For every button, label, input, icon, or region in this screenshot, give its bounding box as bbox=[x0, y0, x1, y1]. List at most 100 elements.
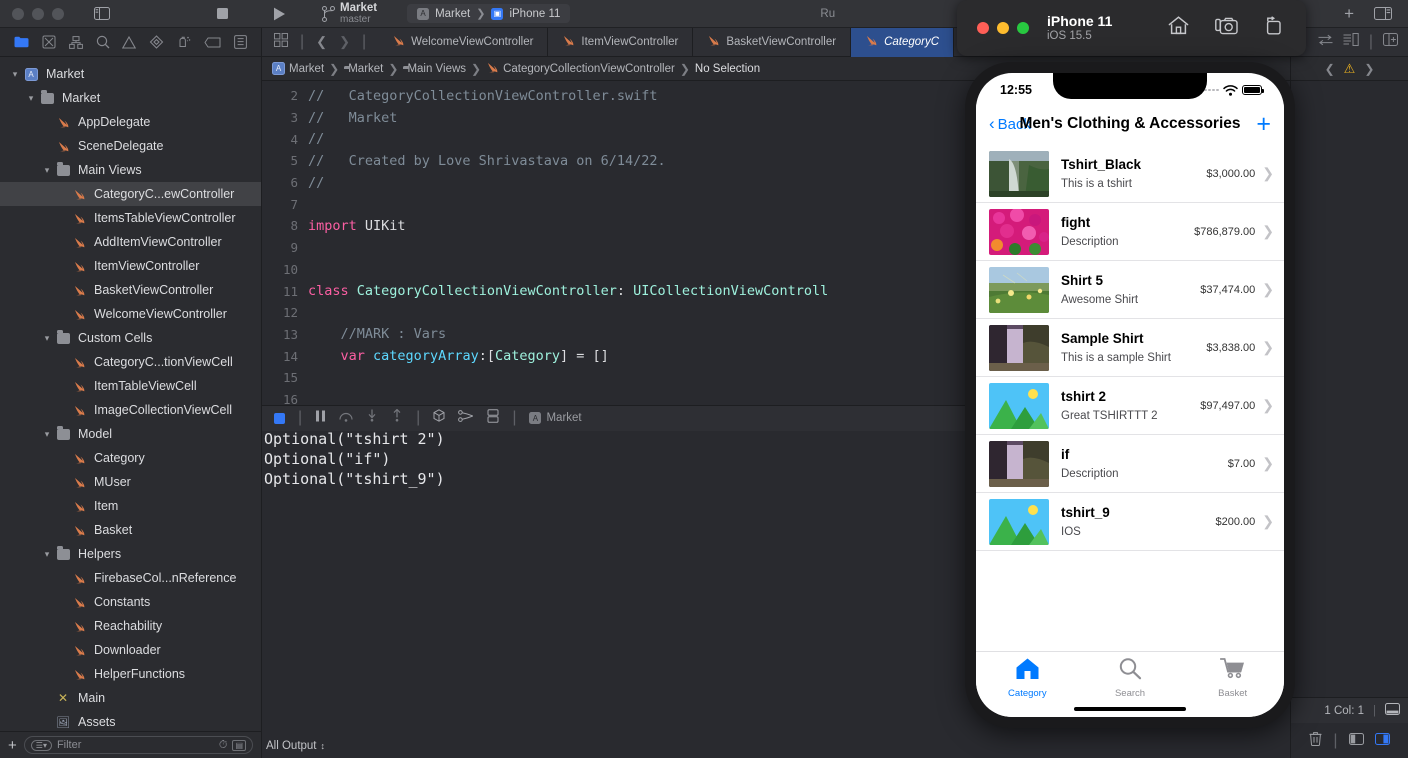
tab-bar-item-category[interactable]: Category bbox=[976, 652, 1079, 717]
file-tree-item[interactable]: MUser bbox=[0, 470, 261, 494]
pause-icon[interactable] bbox=[315, 409, 326, 427]
file-tree-item[interactable]: 🖼 Assets bbox=[0, 710, 261, 731]
zoom-button[interactable] bbox=[52, 7, 64, 20]
minimize-button[interactable] bbox=[32, 7, 44, 20]
navigator-tab-breakpoint-navigator[interactable] bbox=[204, 37, 221, 48]
editor-right-toolbar[interactable]: | bbox=[1291, 28, 1408, 57]
disclosure-triangle-icon[interactable]: ▾ bbox=[40, 165, 54, 176]
file-tree-item[interactable]: CategoryC...ewController bbox=[0, 182, 261, 206]
editor-tab[interactable]: BasketViewController bbox=[693, 27, 852, 57]
add-file-button[interactable]: + bbox=[8, 737, 17, 754]
navigator-filter-bar[interactable]: + ☰▾ Filter ⏱ ▤ bbox=[0, 731, 261, 758]
issue-stepper[interactable]: ❮ ⚠ ❯ bbox=[1291, 57, 1408, 81]
add-editor-icon[interactable]: + bbox=[1344, 4, 1354, 24]
filter-options-icon[interactable]: ☰▾ bbox=[30, 739, 52, 751]
show-variables-view-icon[interactable] bbox=[1348, 732, 1364, 750]
console-controls[interactable]: | bbox=[1291, 723, 1408, 758]
file-tree-item[interactable]: CategoryC...tionViewCell bbox=[0, 350, 261, 374]
debug-view-hierarchy-icon[interactable] bbox=[487, 408, 499, 428]
list-item[interactable]: if Description $7.00 ❯ bbox=[976, 435, 1284, 493]
toggle-navigator-icon[interactable] bbox=[94, 7, 110, 20]
file-tree-item[interactable]: ▾ Helpers bbox=[0, 542, 261, 566]
list-item[interactable]: Sample Shirt This is a sample Shirt $3,838… bbox=[976, 319, 1284, 377]
navigator-tab-bar[interactable] bbox=[0, 28, 261, 57]
disclosure-triangle-icon[interactable]: ▾ bbox=[8, 69, 22, 80]
file-tree-item[interactable]: Item bbox=[0, 494, 261, 518]
navigator-tab-project-navigator[interactable] bbox=[14, 36, 29, 48]
list-item[interactable]: fight Description $786,879.00 ❯ bbox=[976, 203, 1284, 261]
file-tree-item[interactable]: ▾ Main Views bbox=[0, 158, 261, 182]
editor-tab[interactable]: CategoryC bbox=[851, 27, 955, 57]
file-tree-item[interactable]: ▾ Custom Cells bbox=[0, 326, 261, 350]
file-tree-item[interactable]: Constants bbox=[0, 590, 261, 614]
file-tree-item[interactable]: SceneDelegate bbox=[0, 134, 261, 158]
add-editor-right-icon[interactable] bbox=[1383, 33, 1398, 51]
window-traffic-lights[interactable] bbox=[0, 7, 88, 20]
recent-files-icon[interactable]: ⏱ bbox=[219, 739, 228, 752]
branch-indicator[interactable]: Market master bbox=[322, 2, 377, 25]
simulator-minimize-button[interactable] bbox=[997, 22, 1009, 34]
go-back-icon[interactable]: ❮ bbox=[316, 34, 327, 50]
navigator-tab-test-navigator[interactable] bbox=[149, 35, 164, 49]
toggle-debug-area-icon[interactable] bbox=[1385, 703, 1400, 718]
list-item[interactable]: tshirt_9 IOS $200.00 ❯ bbox=[976, 493, 1284, 551]
screenshot-icon[interactable] bbox=[1215, 17, 1238, 40]
file-tree-item[interactable]: ▾ Market bbox=[0, 86, 261, 110]
breadcrumb-item[interactable]: No Selection bbox=[695, 63, 760, 75]
breadcrumb-item[interactable]: Market bbox=[344, 63, 383, 75]
file-tree-item[interactable]: Reachability bbox=[0, 614, 261, 638]
file-tree-item[interactable]: ItemViewController bbox=[0, 254, 261, 278]
breadcrumb-item[interactable]: A Market bbox=[272, 62, 324, 75]
breadcrumb-item[interactable]: CategoryCollectionViewController bbox=[486, 61, 675, 77]
filter-field[interactable]: ☰▾ Filter ⏱ ▤ bbox=[23, 736, 253, 754]
breadcrumb-item[interactable]: Main Views bbox=[403, 63, 466, 75]
navigator-tab-symbol-navigator[interactable] bbox=[69, 35, 83, 49]
disclosure-triangle-icon[interactable]: ▾ bbox=[24, 93, 38, 104]
navigator-tab-debug-navigator[interactable] bbox=[177, 35, 191, 49]
file-tree-item[interactable]: FirebaseCol...nReference bbox=[0, 566, 261, 590]
file-tree-item[interactable]: AppDelegate bbox=[0, 110, 261, 134]
toggle-inspector-icon[interactable] bbox=[1374, 7, 1392, 20]
multi-editor-icon[interactable] bbox=[274, 32, 289, 52]
editor-tab[interactable]: WelcomeViewController bbox=[378, 27, 549, 57]
show-console-view-icon[interactable] bbox=[1374, 732, 1390, 750]
file-tree-item[interactable]: ▾ A Market bbox=[0, 62, 261, 86]
rotate-icon[interactable] bbox=[1264, 16, 1284, 40]
disclosure-triangle-icon[interactable]: ▾ bbox=[40, 549, 54, 560]
file-tree-item[interactable]: BasketViewController bbox=[0, 278, 261, 302]
navigator-tab-source-control-navigator[interactable] bbox=[42, 35, 56, 49]
file-tree-item[interactable]: Basket bbox=[0, 518, 261, 542]
simulator-traffic-lights[interactable] bbox=[957, 22, 1029, 34]
debug-graph-icon[interactable] bbox=[458, 409, 474, 427]
minimap-icon[interactable] bbox=[1343, 33, 1359, 51]
navigator-tab-issue-navigator[interactable] bbox=[122, 35, 137, 49]
step-over-icon[interactable] bbox=[339, 409, 353, 427]
simulator-zoom-button[interactable] bbox=[1017, 22, 1029, 34]
related-items-icon[interactable] bbox=[1318, 33, 1333, 51]
run-button[interactable] bbox=[273, 7, 286, 21]
home-icon[interactable] bbox=[1168, 16, 1189, 40]
add-item-button[interactable]: + bbox=[1256, 111, 1271, 137]
navigator-tab-report-navigator[interactable] bbox=[233, 35, 247, 49]
editor-tab[interactable]: ItemViewController bbox=[548, 27, 694, 57]
stop-button[interactable] bbox=[216, 7, 229, 20]
output-filter-selector[interactable]: All Output ↕ bbox=[266, 740, 325, 752]
disclosure-triangle-icon[interactable]: ▾ bbox=[40, 429, 54, 440]
file-tree-item[interactable]: WelcomeViewController bbox=[0, 302, 261, 326]
list-item[interactable]: tshirt 2 Great TSHIRTTT 2 $97,497.00 ❯ bbox=[976, 377, 1284, 435]
clear-console-icon[interactable] bbox=[1309, 731, 1322, 751]
warning-icon[interactable]: ⚠ bbox=[1344, 61, 1356, 77]
project-file-tree[interactable]: ▾ A Market ▾ Market AppDelegate SceneDelegate ▾… bbox=[0, 57, 261, 731]
simulator-close-button[interactable] bbox=[977, 22, 989, 34]
file-tree-item[interactable]: ▾ Model bbox=[0, 422, 261, 446]
previous-issue-icon[interactable]: ❮ bbox=[1325, 62, 1335, 76]
file-tree-item[interactable]: ItemsTableViewController bbox=[0, 206, 261, 230]
item-list[interactable]: Tshirt_Black This is a tshirt $3,000.00 ❯ fi… bbox=[976, 145, 1284, 551]
navigator-tab-find-navigator[interactable] bbox=[96, 35, 110, 49]
file-tree-item[interactable]: Category bbox=[0, 446, 261, 470]
scheme-selector[interactable]: A Market ❯ ▣ iPhone 11 bbox=[407, 4, 571, 23]
close-button[interactable] bbox=[12, 7, 24, 20]
step-into-icon[interactable] bbox=[366, 409, 378, 427]
tab-bar-item-basket[interactable]: Basket bbox=[1181, 652, 1284, 717]
file-tree-item[interactable]: AddItemViewController bbox=[0, 230, 261, 254]
